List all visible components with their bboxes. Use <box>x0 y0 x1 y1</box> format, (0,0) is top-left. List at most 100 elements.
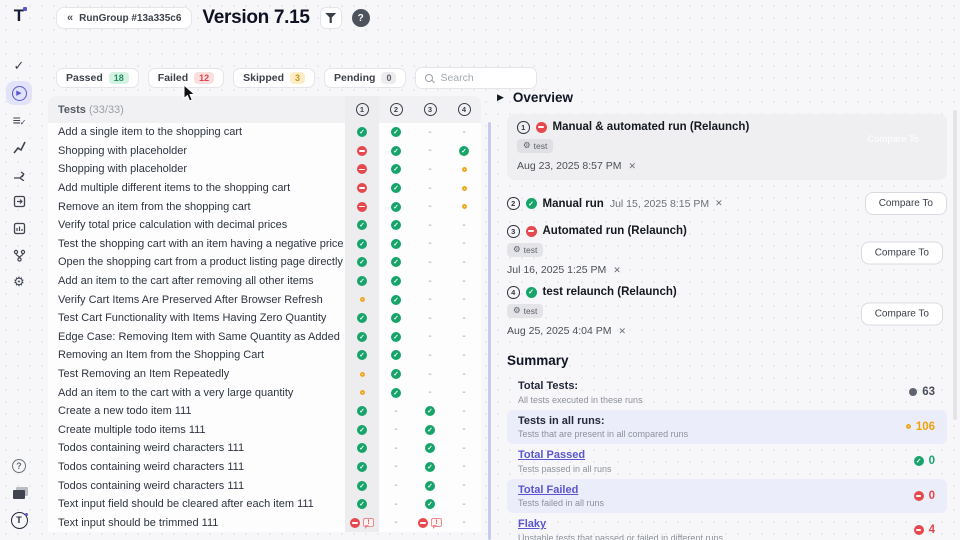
sidebar-projects[interactable] <box>6 481 32 505</box>
sidebar-help[interactable]: ? <box>6 454 32 478</box>
search-input[interactable] <box>440 72 530 84</box>
sidebar-item-branches[interactable] <box>6 162 32 186</box>
comment-icon[interactable]: ! <box>363 518 374 527</box>
summary-link[interactable]: Flaky <box>518 518 914 530</box>
test-row[interactable]: Create a new todo item 111✓-✓- <box>48 402 481 421</box>
passed-icon: ✓ <box>459 146 469 156</box>
remove-run-icon[interactable]: ✕ <box>613 265 621 276</box>
app-logo[interactable]: T <box>14 6 24 26</box>
status-cell: - <box>379 513 413 532</box>
remove-run-icon[interactable]: ✕ <box>619 326 627 337</box>
sidebar-item-runs[interactable]: ▶ <box>6 81 32 105</box>
test-row[interactable]: Add an item to the cart after removing a… <box>48 272 481 291</box>
sidebar-account[interactable]: T <box>6 508 32 532</box>
collapse-overview-icon[interactable]: ▶ <box>497 92 504 103</box>
run-column-header-1[interactable]: 1 <box>356 103 369 116</box>
status-cell: ✓ <box>413 458 447 477</box>
summary-row[interactable]: Tests in all runs:Tests that are present… <box>507 410 947 445</box>
compare-to-button[interactable]: Compare To <box>865 192 947 215</box>
summary-row[interactable]: FlakyUnstable tests that passed or faile… <box>507 513 947 540</box>
run-tag-label: test <box>534 141 548 151</box>
remove-run-icon[interactable]: ✕ <box>715 198 723 209</box>
test-row[interactable]: Create multiple todo items 111✓-✓- <box>48 421 481 440</box>
test-row[interactable]: Shopping with placeholder✓-✓ <box>48 142 481 161</box>
sidebar-item-settings[interactable]: ⚙ <box>6 270 32 294</box>
check-icon: ✓ <box>14 58 25 74</box>
run-column-header-3[interactable]: 3 <box>424 103 437 116</box>
sidebar-item-pipelines[interactable] <box>6 243 32 267</box>
test-row[interactable]: Todos containing weird characters 111✓-✓… <box>48 439 481 458</box>
compare-to-button[interactable]: Compare To <box>861 302 943 325</box>
status-cell: - <box>413 142 447 161</box>
test-row[interactable]: Add a single item to the shopping cart✓✓… <box>48 123 481 142</box>
sidebar-item-reports[interactable] <box>6 216 32 240</box>
filter-count-badge: 18 <box>109 72 129 84</box>
summary-row[interactable]: Total FailedTests failed in all runs0 <box>507 479 947 514</box>
summary-row[interactable]: Total PassedTests passed in all runs✓0 <box>507 444 947 479</box>
passed-icon: ✓ <box>357 257 367 267</box>
sidebar-item-import[interactable] <box>6 189 32 213</box>
compare-to-button[interactable]: Compare To <box>861 241 943 264</box>
compare-to-button-ghost[interactable]: Compare To <box>867 134 919 145</box>
test-row[interactable]: Shopping with placeholder✓- <box>48 160 481 179</box>
passed-icon: ✓ <box>391 350 401 360</box>
filter-passed[interactable]: Passed18 <box>56 68 139 88</box>
filter-button[interactable] <box>320 7 342 29</box>
right-scrollbar[interactable] <box>953 110 957 420</box>
test-row[interactable]: Verify Cart Items Are Preserved After Br… <box>48 290 481 309</box>
rungroup-back-button[interactable]: « RunGroup #13a335c6 <box>56 7 192 29</box>
summary-link[interactable]: Total Failed <box>518 484 914 496</box>
passed-icon: ✓ <box>391 313 401 323</box>
run-entry[interactable]: 2✓Manual runJul 15, 2025 8:15 PM✕Compare… <box>497 187 947 223</box>
sidebar: T ✓ ▶ ≡✓ ⚙ ? T <box>0 0 38 540</box>
test-row[interactable]: Verify total price calculation with deci… <box>48 216 481 235</box>
import-box-icon <box>13 195 26 208</box>
filter-skipped[interactable]: Skipped3 <box>233 68 315 88</box>
sidebar-item-plans[interactable]: ≡✓ <box>6 108 32 132</box>
sidebar-item-tests[interactable]: ✓ <box>6 54 32 78</box>
run-entry[interactable]: 3Automated run (Relaunch)⚙testJul 16, 20… <box>497 223 947 282</box>
no-result-dash: - <box>428 331 431 342</box>
run-column-header-2[interactable]: 2 <box>390 103 403 116</box>
status-cell: - <box>447 383 481 402</box>
test-row[interactable]: Test Cart Functionality with Items Havin… <box>48 309 481 328</box>
status-cell: ✓ <box>345 346 379 365</box>
test-row[interactable]: Test Removing an Item Repeatedly✓-- <box>48 365 481 384</box>
test-row[interactable]: Text input field should be cleared after… <box>48 495 481 514</box>
comment-icon[interactable]: ! <box>431 518 442 527</box>
filter-pending[interactable]: Pending0 <box>324 68 406 88</box>
test-row[interactable]: Text input should be trimmed 111!-!- <box>48 513 481 532</box>
summary-count: 0 <box>929 455 935 467</box>
passed-icon: ✓ <box>357 350 367 360</box>
panel-splitter[interactable] <box>488 122 491 540</box>
run-tag: ⚙test <box>517 139 553 153</box>
no-result-dash: - <box>462 294 465 305</box>
run-entry[interactable]: 1Manual & automated run (Relaunch)⚙testA… <box>507 114 947 180</box>
status-cell: - <box>447 476 481 495</box>
no-result-dash: - <box>394 424 397 435</box>
test-row[interactable]: Removing an Item from the Shopping Cart✓… <box>48 346 481 365</box>
run-column-header-4[interactable]: 4 <box>458 103 471 116</box>
sidebar-item-pulse[interactable] <box>6 135 32 159</box>
summary-row[interactable]: Total Tests:All tests executed in these … <box>507 375 947 410</box>
test-row[interactable]: Remove an item from the shopping cart✓- <box>48 197 481 216</box>
help-button[interactable]: ? <box>352 9 370 27</box>
tests-rows: Add a single item to the shopping cart✓✓… <box>48 123 481 532</box>
filter-failed[interactable]: Failed12 <box>148 68 224 88</box>
failed-icon <box>357 183 367 193</box>
run-date: Jul 15, 2025 8:15 PM <box>610 198 709 210</box>
test-row[interactable]: Test the shopping cart with an item havi… <box>48 235 481 254</box>
status-cell: - <box>379 458 413 477</box>
test-row[interactable]: Open the shopping cart from a product li… <box>48 253 481 272</box>
run-name: Manual run <box>543 198 604 210</box>
search-box[interactable] <box>415 67 537 89</box>
test-row[interactable]: Todos containing weird characters 111✓-✓… <box>48 476 481 495</box>
test-row[interactable]: Edge Case: Removing Item with Same Quant… <box>48 328 481 347</box>
run-failed-icon <box>526 226 537 237</box>
test-row[interactable]: Add multiple different items to the shop… <box>48 179 481 198</box>
remove-run-icon[interactable]: ✕ <box>629 161 637 172</box>
summary-link[interactable]: Total Passed <box>518 449 914 461</box>
test-row[interactable]: Add an item to the cart with a very larg… <box>48 383 481 402</box>
run-entry[interactable]: 4✓test relaunch (Relaunch)⚙testAug 25, 2… <box>497 284 947 343</box>
test-row[interactable]: Todos containing weird characters 111✓-✓… <box>48 458 481 477</box>
